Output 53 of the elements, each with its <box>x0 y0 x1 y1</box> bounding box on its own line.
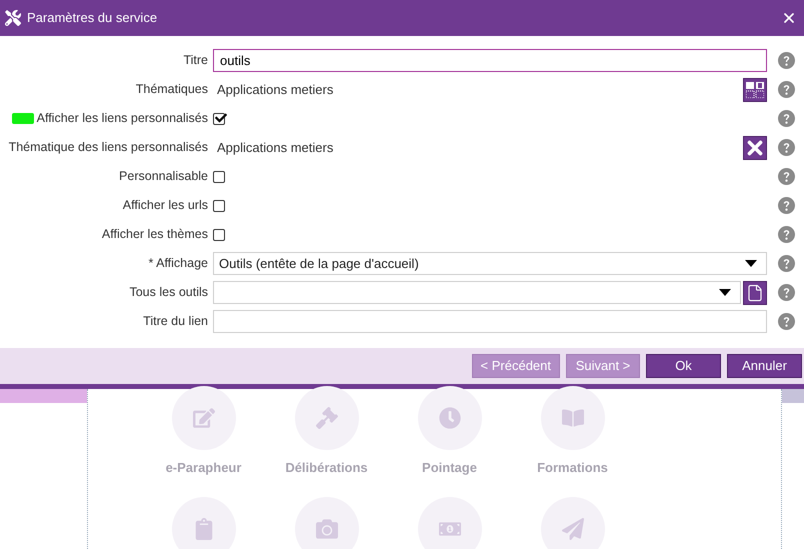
help-icon[interactable] <box>778 226 795 243</box>
dropdown-caret-icon <box>719 289 731 296</box>
camera-icon <box>316 518 338 540</box>
field-label: Thématiques <box>136 81 208 98</box>
dropdown-caret-icon <box>745 260 757 267</box>
field-label: Afficher les thèmes <box>102 226 208 244</box>
field-value: Applications metiers <box>216 138 334 157</box>
tile-label: Délibérations <box>285 459 368 477</box>
help-icon[interactable] <box>778 81 795 98</box>
grid-layout-icon <box>746 82 764 98</box>
tools-icon <box>5 10 21 26</box>
field-label: Titre <box>183 52 208 70</box>
field-label: Titre du lien <box>143 313 208 330</box>
grid-button[interactable] <box>743 78 767 102</box>
field-label: Tous les outils <box>129 284 208 302</box>
dropdown-field[interactable]: Outils (entête de la page d'accueil) <box>213 252 767 275</box>
book-icon <box>562 407 584 429</box>
dialog-button[interactable]: Ok <box>646 354 721 378</box>
paper-plane-icon <box>562 518 584 540</box>
help-icon[interactable] <box>778 110 795 127</box>
file-icon <box>746 284 764 302</box>
tile-label: e-Parapheur <box>166 459 242 477</box>
file-button[interactable] <box>743 280 767 304</box>
dialog-title: Paramètres du service <box>27 9 158 28</box>
clear-button[interactable] <box>743 136 767 160</box>
checkbox[interactable] <box>213 112 225 124</box>
dialog-button[interactable]: Annuler <box>727 354 802 378</box>
help-icon[interactable] <box>778 255 795 272</box>
dropdown-field[interactable] <box>213 281 741 304</box>
field-label: Personnalisable <box>119 168 208 186</box>
tile-label: Formations <box>537 459 608 477</box>
page-side-block <box>782 389 804 403</box>
help-icon[interactable] <box>778 313 795 330</box>
help-icon[interactable] <box>778 52 795 69</box>
text-field[interactable] <box>213 310 767 333</box>
checkbox[interactable] <box>213 200 225 212</box>
edit-icon <box>192 407 214 429</box>
tile-label: Pointage <box>422 459 477 477</box>
help-icon[interactable] <box>778 168 795 185</box>
field-label: Afficher les urls <box>122 197 208 214</box>
field-value: Applications metiers <box>216 80 334 99</box>
checkbox[interactable] <box>213 170 225 182</box>
clock-icon <box>438 407 460 429</box>
field-label: Afficher les liens personnalisés <box>36 110 208 128</box>
field-label: Thématique des liens personnalisés <box>8 139 208 156</box>
close-icon[interactable] <box>781 10 797 26</box>
help-icon[interactable] <box>778 197 795 214</box>
help-icon[interactable] <box>778 284 795 301</box>
text-field[interactable]: outils <box>213 49 767 72</box>
help-icon[interactable] <box>778 139 795 156</box>
checkbox[interactable] <box>213 228 225 240</box>
gavel-icon <box>316 407 338 429</box>
field-label: * Affichage <box>148 255 208 272</box>
